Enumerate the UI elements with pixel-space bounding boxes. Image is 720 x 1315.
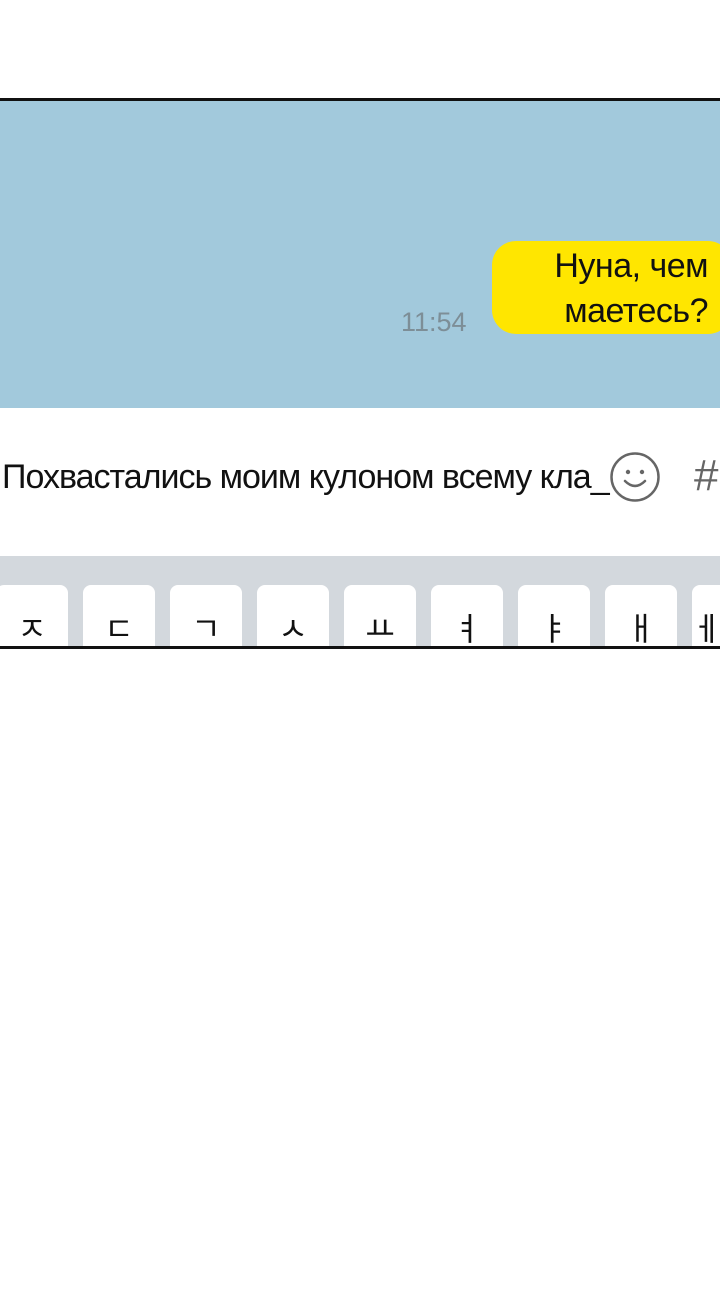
hashtag-button[interactable]: # <box>694 448 718 504</box>
message-line-1: Нуна, чем <box>554 247 708 285</box>
key-4[interactable]: ㅅ <box>257 585 329 646</box>
key-5[interactable]: ㅛ <box>344 585 416 646</box>
smiley-icon[interactable] <box>609 451 661 503</box>
key-1[interactable]: ㅈ <box>0 585 68 646</box>
message-line-2: маетесь? <box>564 292 708 330</box>
key-6[interactable]: ㅕ <box>431 585 503 646</box>
key-3[interactable]: ㄱ <box>170 585 242 646</box>
key-2[interactable]: ㄷ <box>83 585 155 646</box>
message-text: Нуна, чем маетесь? <box>488 244 708 334</box>
key-8[interactable]: ㅐ <box>605 585 677 646</box>
key-7[interactable]: ㅑ <box>518 585 590 646</box>
chat-area: Нуна, чем маетесь? 11:54 <box>0 101 720 408</box>
message-input[interactable]: Похвастались моим кулоном всему кла_ <box>2 455 610 499</box>
key-9[interactable]: ㅔ <box>692 585 720 646</box>
message-input-bar: Похвастались моим кулоном всему кла_ # <box>0 408 720 556</box>
chat-screen-panel: Нуна, чем маетесь? 11:54 Похвастались мо… <box>0 98 720 649</box>
message-timestamp: 11:54 <box>401 307 467 337</box>
korean-keyboard: ㅈ ㄷ ㄱ ㅅ ㅛ ㅕ ㅑ ㅐ ㅔ <box>0 556 720 646</box>
